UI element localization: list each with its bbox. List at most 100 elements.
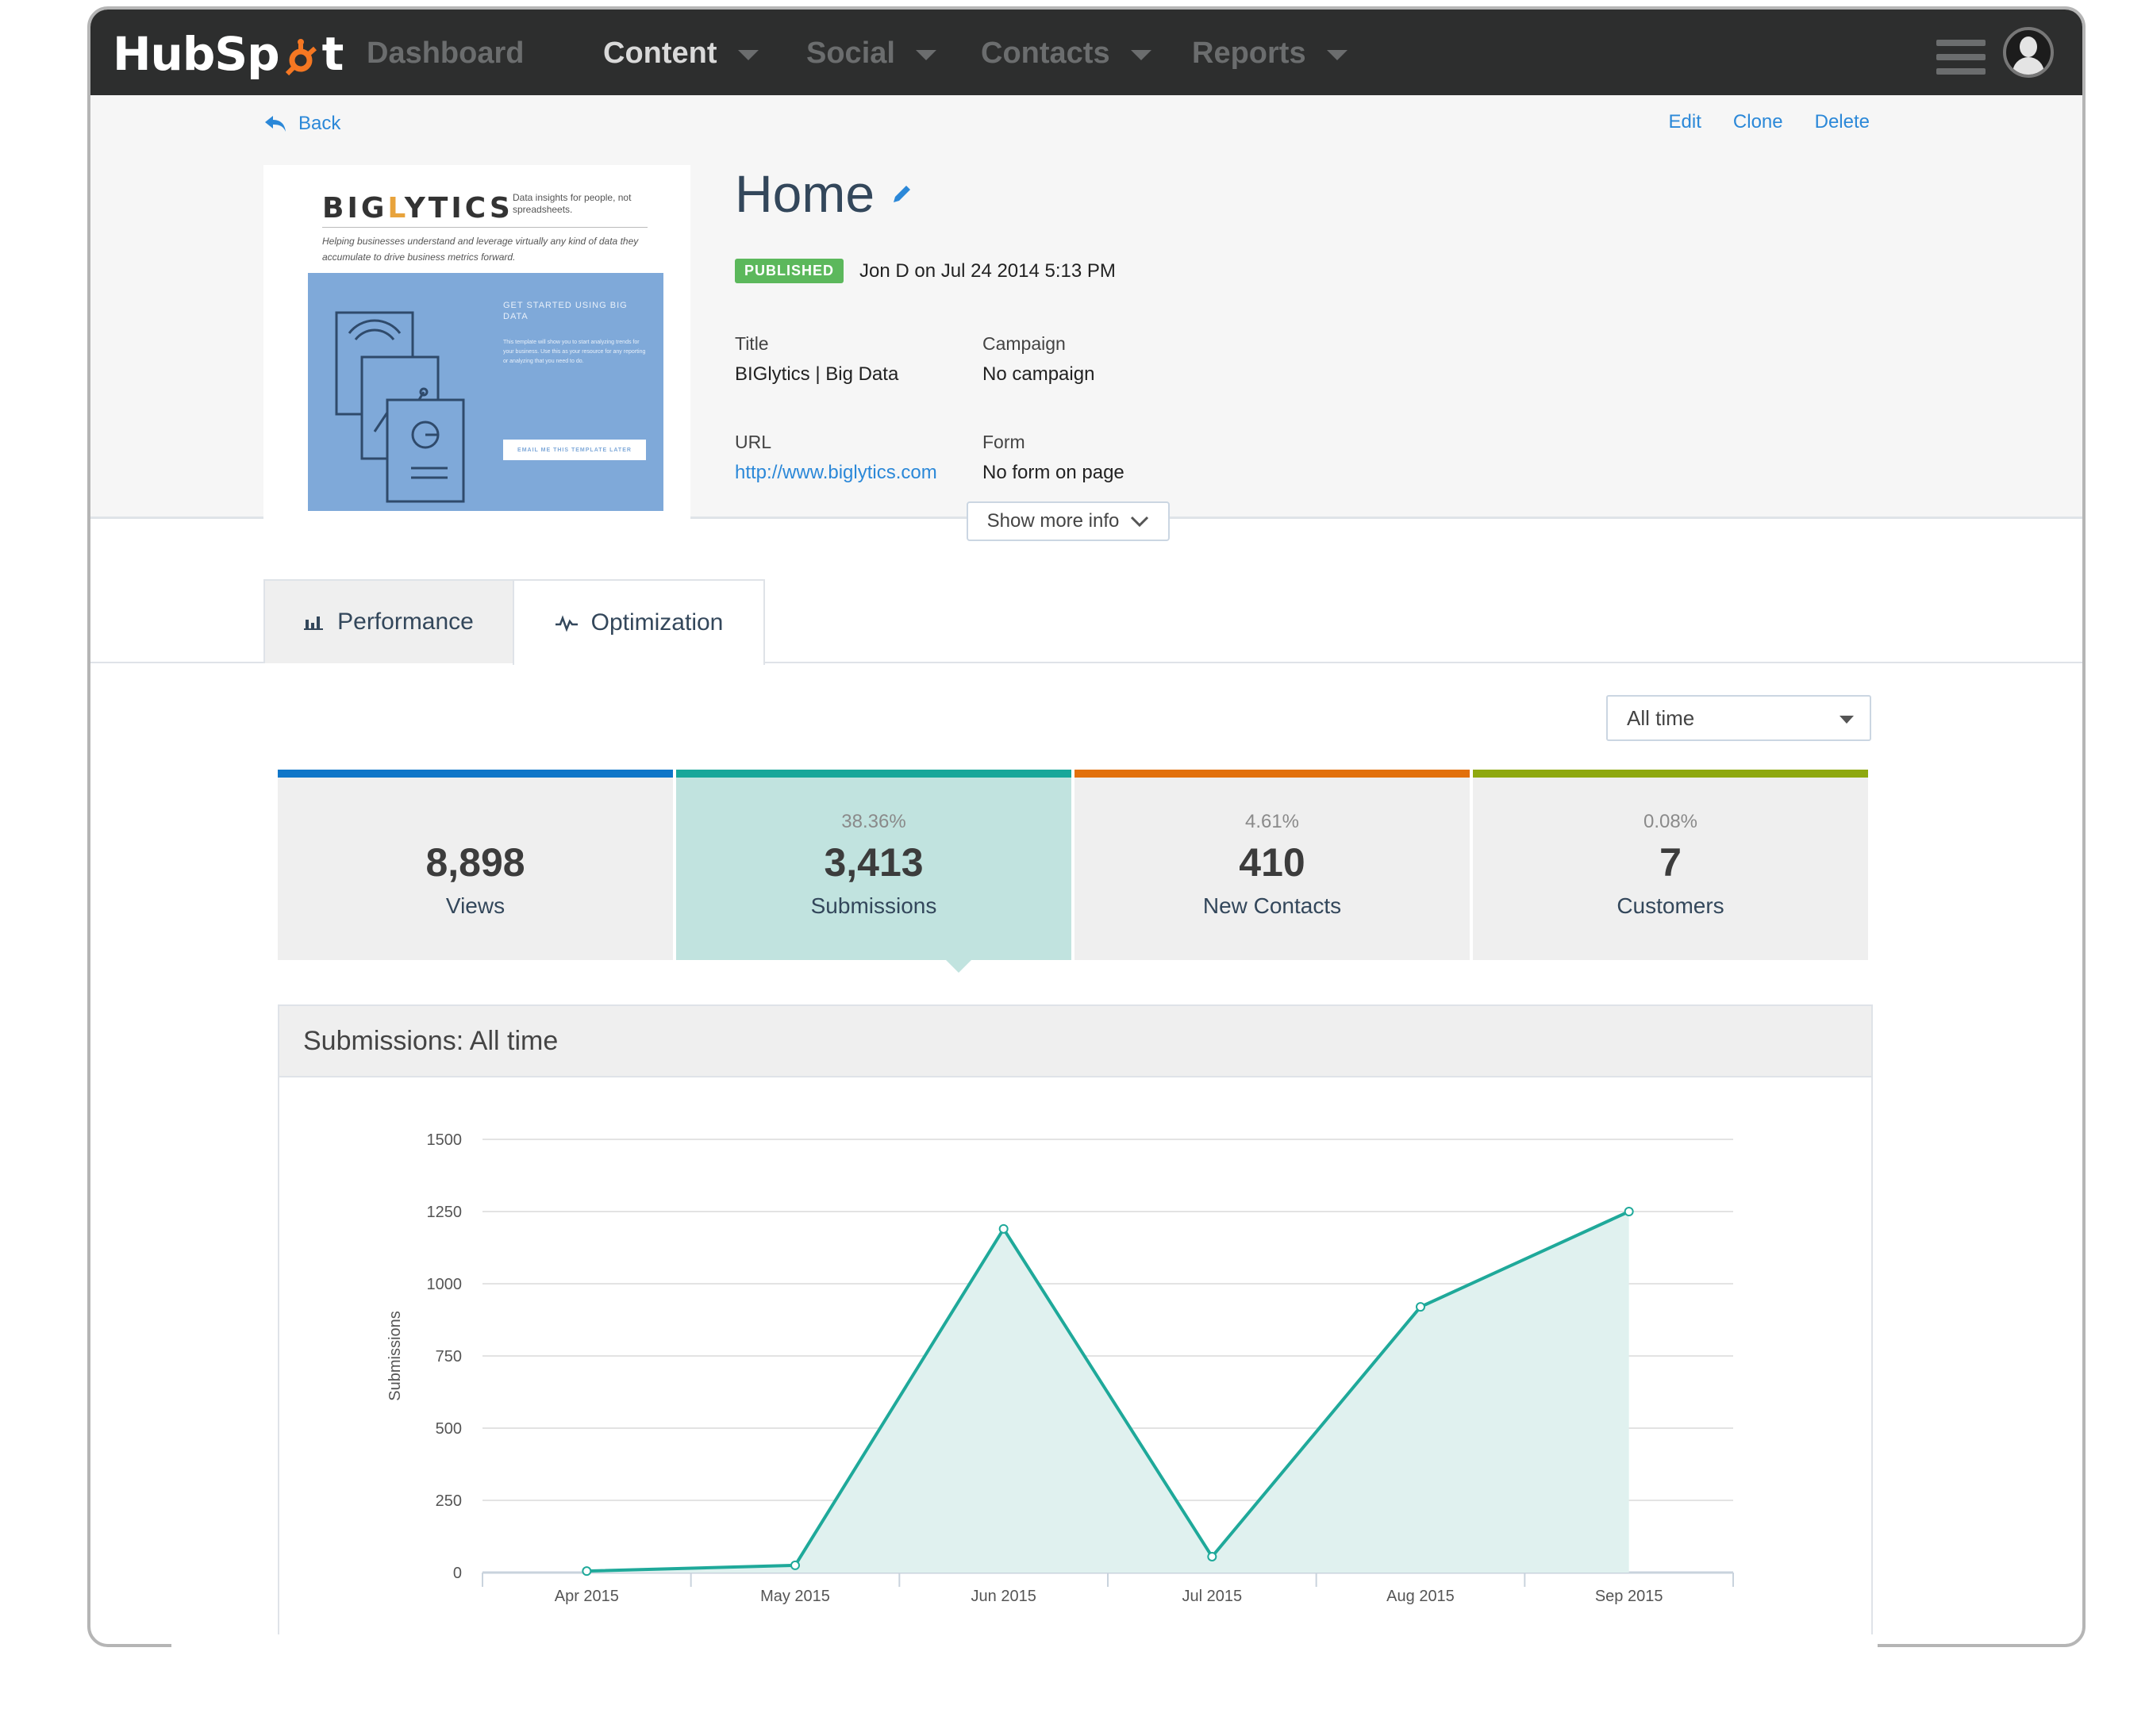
thumbnail-cta-title: GET STARTED USING BIG DATA: [503, 301, 628, 321]
pencil-icon[interactable]: [890, 182, 914, 205]
status-badge: PUBLISHED: [735, 259, 844, 283]
nav-social[interactable]: Social: [806, 36, 936, 71]
back-arrow-icon: [265, 116, 286, 132]
campaign-value: No campaign: [982, 363, 1095, 385]
avatar[interactable]: [2003, 27, 2054, 78]
stat-value: 410: [1239, 840, 1305, 885]
x-tick-label: Jun 2015: [971, 1588, 1036, 1605]
nav-dashboard[interactable]: Dashboard: [367, 36, 524, 71]
stat-percent: 38.36%: [841, 811, 906, 832]
stat-percent: 0.08%: [1643, 811, 1698, 832]
url-label: URL: [735, 432, 772, 452]
stat-label: Views: [445, 893, 506, 918]
tab-performance[interactable]: Performance: [263, 579, 514, 663]
hubspot-logo[interactable]: HubSp t: [113, 27, 344, 81]
app-window: HubSp t Dashboard Content Social Contacts…: [87, 6, 2086, 1647]
y-tick-label: 250: [436, 1492, 462, 1510]
caret-down-icon: [1326, 50, 1347, 60]
submissions-chart: 0 250 500 750 1000 1250 1500 Apr 2015 May 2015 Ju…: [386, 1131, 1734, 1605]
y-tick-label: 1250: [427, 1204, 463, 1221]
campaign-label: Campaign: [982, 333, 1066, 354]
y-tick-label: 1500: [427, 1131, 463, 1149]
status-text: Jon D on Jul 24 2014 5:13 PM: [859, 259, 1116, 282]
delete-link[interactable]: Delete: [1815, 111, 1870, 133]
page-title-text: Home: [735, 164, 875, 223]
stat-value: 7: [1659, 840, 1682, 885]
stat-percent: 4.61%: [1244, 811, 1300, 832]
form-label: Form: [982, 432, 1025, 452]
nav-reports[interactable]: Reports: [1192, 36, 1347, 71]
frame-bottom-fade: [171, 1634, 1878, 1666]
thumbnail-rule: [322, 227, 648, 228]
page-header: Back Edit Clone Delete BIGLYTICS Data in…: [90, 95, 2082, 541]
y-axis-label: Submissions: [386, 1311, 404, 1400]
page-title: Home: [735, 163, 914, 224]
x-tick-label: Apr 2015: [555, 1588, 619, 1605]
x-tick-label: May 2015: [760, 1588, 830, 1605]
nav-contacts[interactable]: Contacts: [981, 36, 1151, 71]
stat-card-views[interactable]: 8,898 Views: [278, 770, 673, 960]
y-tick-label: 750: [436, 1348, 462, 1365]
thumbnail-hero: GET STARTED USING BIG DATA This template…: [308, 273, 663, 511]
x-tick-label: Jul 2015: [1182, 1588, 1243, 1605]
back-label: Back: [298, 113, 341, 134]
back-link[interactable]: Back: [263, 113, 340, 135]
top-nav: HubSp t Dashboard Content Social Contacts…: [90, 10, 2082, 95]
thumbnail-cta-text: This template will show you to start ana…: [503, 340, 646, 364]
url-link[interactable]: http://www.biglytics.com: [735, 462, 937, 484]
stat-card-customers[interactable]: 0.08% 7 Customers: [1473, 770, 1868, 960]
show-more-label: Show more info: [986, 510, 1120, 532]
time-range-value: All time: [1627, 705, 1695, 730]
chart-title: Submissions: All time: [279, 1006, 1871, 1077]
nav-label: Contacts: [981, 36, 1110, 70]
data-point: [1416, 1302, 1425, 1312]
tab-label: Performance: [337, 609, 474, 635]
tab-optimization[interactable]: Optimization: [513, 579, 765, 665]
form-value: No form on page: [982, 462, 1124, 483]
documents-illustration-icon: [335, 311, 465, 503]
clone-link[interactable]: Clone: [1733, 111, 1783, 133]
stat-value: 8,898: [425, 840, 525, 885]
data-point: [582, 1566, 592, 1577]
menu-icon[interactable]: [1936, 40, 1986, 75]
show-more-button[interactable]: Show more info: [967, 501, 1170, 541]
caret-down-icon: [915, 50, 936, 60]
stat-value: 3,413: [824, 840, 924, 885]
nav-label: Reports: [1192, 36, 1306, 70]
status-row: PUBLISHED Jon D on Jul 24 2014 5:13 PM: [735, 259, 1116, 283]
logo-text-hubsp: HubSp: [113, 27, 280, 81]
stat-label: Customers: [1617, 893, 1724, 918]
x-tick-label: Sep 2015: [1595, 1588, 1663, 1605]
logo-text-t: t: [321, 27, 344, 81]
caret-down-icon: [1840, 716, 1854, 724]
stat-label: New Contacts: [1202, 893, 1342, 918]
data-point: [1207, 1551, 1217, 1561]
time-range-select[interactable]: All time: [1606, 695, 1871, 741]
stat-card-new-contacts[interactable]: 4.61% 410 New Contacts: [1074, 770, 1470, 960]
data-point: [998, 1223, 1009, 1234]
caret-down-icon: [737, 50, 759, 60]
thumbnail-brand: BIGLYTICS: [322, 192, 513, 225]
x-tick-label: Aug 2015: [1386, 1588, 1455, 1605]
thumbnail-cta-button: EMAIL ME THIS TEMPLATE LATER: [503, 440, 646, 460]
thumbnail-subtag: Helping businesses understand and levera…: [322, 236, 639, 263]
tab-label: Optimization: [590, 609, 724, 636]
y-tick-label: 500: [436, 1420, 462, 1438]
y-tick-label: 0: [453, 1565, 462, 1582]
page-thumbnail[interactable]: BIGLYTICS Data insights for people, not …: [263, 165, 690, 519]
stat-card-submissions[interactable]: 38.36% 3,413 Submissions: [676, 770, 1071, 960]
chevron-down-icon: [1131, 516, 1149, 528]
nav-content[interactable]: Content: [603, 36, 759, 71]
nav-label: Social: [806, 36, 895, 70]
selected-card-pointer: [944, 958, 973, 973]
pulse-icon: [555, 615, 578, 632]
edit-link[interactable]: Edit: [1669, 111, 1701, 133]
sprocket-icon: [281, 34, 321, 76]
title-label: Title: [735, 333, 769, 354]
thumbnail-tagline: Data insights for people, not spreadshee…: [513, 192, 632, 215]
chart-panel: Submissions: All time 0 250 500 750 1000 1250…: [278, 1004, 1873, 1639]
stat-label: Submissions: [810, 893, 937, 918]
title-value: BIGlytics | Big Data: [735, 363, 899, 385]
data-point: [790, 1560, 800, 1570]
data-point: [1624, 1207, 1634, 1216]
